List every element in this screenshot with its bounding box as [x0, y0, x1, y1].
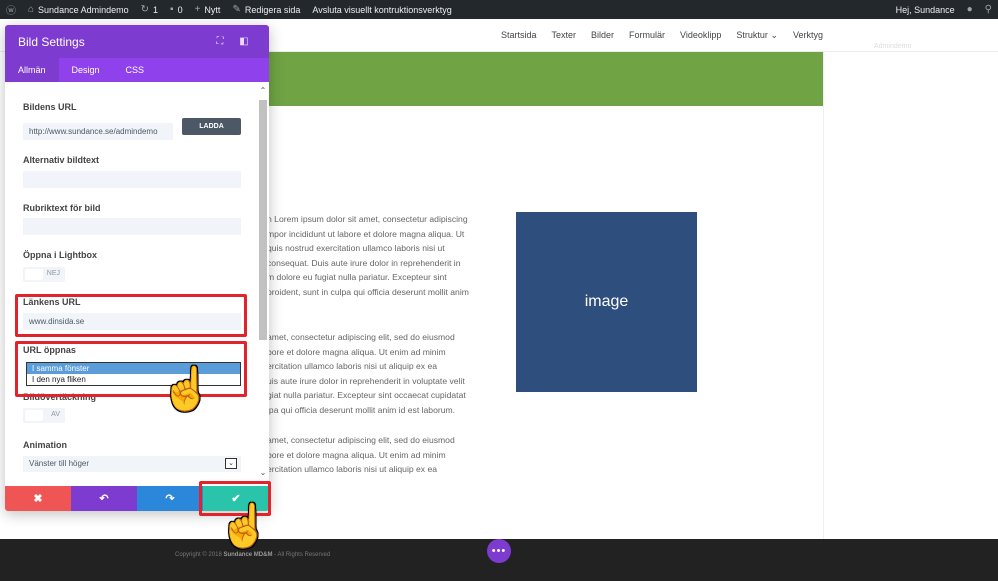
text-line: bore et dolore magna aliqua. Ut enim ad …	[267, 346, 446, 357]
edit-page-link[interactable]: ✎ Redigera sida	[226, 0, 306, 19]
modal-scrollbar[interactable]: ⌃ ⌄	[258, 86, 268, 481]
text-line: uis aute irure dolor in reprehenderit in…	[267, 375, 465, 386]
modal-title: Bild Settings	[18, 34, 85, 49]
modal-header: Bild Settings ⛶ ◧	[5, 25, 269, 58]
text-line: giat nulla pariatur. Excepteur sint occa…	[267, 390, 466, 400]
image-placeholder[interactable]: image	[516, 212, 697, 392]
image-url-label: Bildens URL	[23, 102, 77, 112]
body-paragraph-2: amet, consectetur adipiscing elit, sed d…	[267, 330, 497, 417]
text-line: bore et dolore magna aliqua. Ut enim ad …	[267, 449, 446, 460]
text-line: amet, consectetur adipiscing elit, sed d…	[267, 435, 455, 445]
nav-item-startsida[interactable]: Startsida	[501, 30, 537, 41]
text-line: consequat. Duis aute irure dolor in repr…	[267, 257, 461, 268]
dock-icon[interactable]: ◧	[232, 36, 256, 47]
more-icon: •••	[491, 545, 507, 557]
image-settings-modal: Bild Settings ⛶ ◧ Allmän Design CSS Bild…	[5, 25, 269, 511]
alt-text-label: Alternativ bildtext	[23, 155, 100, 165]
updates-icon: ↻	[140, 4, 149, 15]
text-line: quis nostrud exercitation ullamco labori…	[267, 243, 445, 253]
nav-item-bilder[interactable]: Bilder	[591, 30, 614, 41]
scroll-up-icon[interactable]: ⌃	[258, 86, 268, 95]
cancel-button[interactable]: ✖	[5, 486, 71, 511]
nav-item-formular[interactable]: Formulär	[629, 30, 665, 41]
search-icon[interactable]: ⚲	[979, 0, 998, 19]
text-line: mpor incididunt ut labore et dolore magn…	[267, 228, 465, 239]
hand-cursor-icon: ☝	[160, 365, 213, 412]
submenu-ghost-text: Admindemo	[874, 43, 912, 50]
nav-item-struktur[interactable]: Struktur ⌄	[736, 30, 778, 41]
hand-cursor-icon: ☝	[218, 502, 271, 549]
scroll-thumb[interactable]	[259, 100, 267, 340]
user-icon[interactable]: ●	[961, 0, 979, 19]
tab-css[interactable]: CSS	[113, 58, 158, 82]
new-content-link[interactable]: + Nytt	[189, 0, 227, 19]
page-settings-button[interactable]: •••	[487, 539, 511, 563]
comments-link[interactable]: ▪ 0	[164, 0, 189, 19]
tab-allman[interactable]: Allmän	[5, 58, 59, 82]
image-url-input[interactable]: http://www.sundance.se/admindemo	[23, 123, 173, 140]
modal-tabs: Allmän Design CSS	[5, 58, 269, 82]
title-text-input[interactable]	[23, 218, 241, 235]
undo-button[interactable]: ↶	[71, 486, 137, 511]
highlight-link-url	[15, 294, 247, 337]
nav-item-videoklipp[interactable]: Videoklipp	[680, 30, 721, 41]
text-line: proident, sunt in culpa qui officia dese…	[267, 286, 469, 297]
modal-body: Bildens URL http://www.sundance.se/admin…	[5, 82, 269, 486]
overlay-toggle[interactable]: AV	[23, 408, 65, 423]
text-line: lpa qui officia deserunt mollit anim id …	[267, 404, 456, 415]
plus-icon: +	[194, 4, 201, 15]
body-paragraph-3: amet, consectetur adipiscing elit, sed d…	[267, 433, 497, 477]
chevron-down-icon: ⌄	[225, 458, 237, 469]
text-line: ercitation ullamco laboris nisi ut aliqu…	[267, 464, 438, 474]
updates-link[interactable]: ↻ 1	[135, 0, 164, 19]
undo-icon: ↶	[99, 493, 109, 505]
close-icon: ✖	[33, 493, 43, 505]
wordpress-logo-icon[interactable]: ⓦ	[0, 0, 22, 19]
nav-item-texter[interactable]: Texter	[551, 30, 576, 41]
tab-design[interactable]: Design	[59, 58, 113, 82]
animation-label: Animation	[23, 440, 67, 450]
green-banner	[268, 52, 823, 106]
text-line: amet, consectetur adipiscing elit, sed d…	[267, 332, 455, 342]
image-label: image	[584, 293, 629, 310]
chevron-down-icon: ⌄	[770, 30, 778, 40]
fullscreen-icon[interactable]: ⛶	[208, 36, 232, 47]
home-icon: ⌂	[28, 4, 35, 15]
title-text-label: Rubriktext för bild	[23, 203, 101, 213]
lightbox-toggle[interactable]: NEJ	[23, 267, 65, 282]
account-menu[interactable]: Hej, Sundance	[890, 0, 961, 19]
exit-visual-builder-link[interactable]: Avsluta visuellt kontruktionsverktyg	[306, 0, 457, 19]
scroll-down-icon[interactable]: ⌄	[258, 468, 268, 477]
body-paragraph-1: n Lorem ipsum dolor sit amet, consectetu…	[267, 212, 497, 299]
redo-icon: ↷	[165, 493, 175, 505]
footer-copyright: Copyright © 2018 Sundance MD&M - All Rig…	[175, 552, 331, 558]
redo-button[interactable]: ↷	[137, 486, 203, 511]
site-name-link[interactable]: ⌂ Sundance Admindemo	[22, 0, 135, 19]
admin-bar: ⓦ ⌂ Sundance Admindemo ↻ 1 ▪ 0 + Nytt ✎ Redig…	[0, 0, 998, 19]
text-line: n Lorem ipsum dolor sit amet, consectetu…	[267, 214, 468, 224]
upload-button[interactable]: LADDA	[182, 118, 241, 135]
lightbox-label: Öppna i Lightbox	[23, 250, 97, 260]
pencil-icon: ✎	[232, 4, 241, 15]
main-nav: Startsida Texter Bilder Formulär Videokl…	[501, 30, 823, 41]
toggle-knob	[25, 410, 43, 421]
content-divider	[823, 52, 824, 539]
text-line: m dolore eu fugiat nulla pariatur. Excep…	[267, 272, 447, 282]
animation-select[interactable]: Vänster till höger ⌄	[23, 456, 241, 472]
toggle-knob	[25, 269, 43, 280]
text-line: ercitation ullamco laboris nisi ut aliqu…	[267, 361, 438, 371]
comment-icon: ▪	[170, 4, 174, 15]
nav-item-verktyg[interactable]: Verktyg	[793, 30, 823, 41]
alt-text-input[interactable]	[23, 171, 241, 188]
